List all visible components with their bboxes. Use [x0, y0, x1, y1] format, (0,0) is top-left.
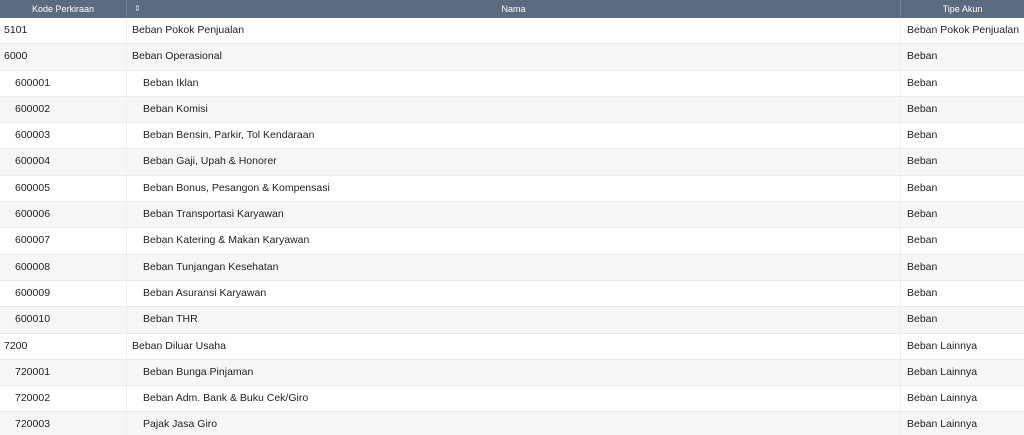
- cell-nama: Beban Komisi: [127, 96, 901, 123]
- cell-tipe: Beban: [907, 129, 938, 142]
- cell-tipe: Beban: [907, 208, 938, 221]
- cell-kode: 720003: [0, 412, 127, 435]
- cell-nama: Beban Tunjangan Kesehatan: [127, 254, 901, 280]
- table-row[interactable]: 720003 Pajak Jasa Giro Beban Lainnya: [0, 412, 1024, 435]
- cell-kode: 600006: [0, 202, 127, 228]
- table-header: Kode Perkiraan ⇕ Nama Tipe Akun: [0, 0, 1024, 18]
- table-row[interactable]: 5101 Beban Pokok Penjualan Beban Pokok Pen…: [0, 18, 1024, 45]
- table-row[interactable]: 600006 Beban Transportasi Karyawan Beban: [0, 202, 1024, 229]
- cell-kode: 600008: [0, 254, 127, 280]
- cell-nama: Beban Bensin, Parkir, Tol Kendaraan: [127, 123, 901, 149]
- column-header-kode[interactable]: Kode Perkiraan: [0, 0, 127, 18]
- cell-kode: 600004: [0, 149, 127, 175]
- cell-tipe: Beban Pokok Penjualan: [907, 24, 1020, 36]
- cell-tipe: Beban: [907, 50, 938, 63]
- cell-tipe: Beban Lainnya: [907, 339, 978, 352]
- cell-tipe: Beban: [907, 76, 938, 89]
- cell-kode: 600010: [0, 307, 127, 333]
- cell-nama: Beban Diluar Usaha: [127, 333, 901, 359]
- table-row[interactable]: 600004 Beban Gaji, Upah & Honorer Beban: [0, 149, 1024, 176]
- table-row[interactable]: 720002 Beban Adm. Bank & Buku Cek/Giro Beb…: [0, 386, 1024, 413]
- cell-nama: Beban Katering & Makan Karyawan: [127, 228, 901, 254]
- table-row[interactable]: 600007 Beban Katering & Makan Karyawan Beb…: [0, 228, 1024, 255]
- cell-nama: Pajak Jasa Giro: [127, 412, 901, 435]
- cell-kode: 720002: [0, 386, 127, 412]
- table-row[interactable]: 7200 Beban Diluar Usaha Beban Lainnya: [0, 333, 1024, 360]
- cell-kode: 600002: [0, 96, 127, 123]
- cell-nama: Beban Bonus, Pesangon & Kompensasi: [127, 175, 901, 202]
- cell-tipe: Beban: [907, 181, 938, 194]
- cell-nama: Beban Operasional: [127, 44, 901, 70]
- table-row[interactable]: 600008 Beban Tunjangan Kesehatan Beban: [0, 254, 1024, 281]
- accounts-table: Kode Perkiraan ⇕ Nama Tipe Akun 5101 Beba…: [0, 0, 1024, 435]
- cell-tipe: Beban: [907, 155, 938, 168]
- table-row[interactable]: 600003 Beban Bensin, Parkir, Tol Kendaraa…: [0, 123, 1024, 150]
- table-body: 5101 Beban Pokok Penjualan Beban Pokok Pen…: [0, 18, 1024, 435]
- cell-kode: 5101: [0, 18, 127, 44]
- cell-nama: Beban Transportasi Karyawan: [127, 202, 901, 228]
- column-header-tipe-label: Tipe Akun: [942, 4, 983, 14]
- column-header-nama[interactable]: ⇕ Nama: [127, 0, 901, 18]
- cell-tipe: Beban Lainnya: [907, 392, 978, 405]
- cell-kode: 7200: [0, 333, 127, 359]
- cell-tipe: Beban: [907, 260, 938, 273]
- cell-tipe: Beban: [907, 102, 938, 115]
- table-row[interactable]: 600001 Beban Iklan Beban: [0, 70, 1024, 97]
- cell-tipe: Beban: [907, 234, 938, 247]
- cell-kode: 600005: [0, 175, 127, 202]
- cell-nama: Beban THR: [127, 307, 901, 333]
- cell-kode: 600007: [0, 228, 127, 254]
- cell-nama: Beban Pokok Penjualan: [127, 18, 901, 44]
- cell-nama: Beban Bunga Pinjaman: [127, 359, 901, 386]
- cell-kode: 720001: [0, 359, 127, 386]
- cell-tipe: Beban Lainnya: [907, 365, 978, 378]
- cell-kode: 6000: [0, 44, 127, 70]
- cell-nama: Beban Asuransi Karyawan: [127, 280, 901, 307]
- cell-kode: 600001: [0, 70, 127, 96]
- cell-tipe: Beban Lainnya: [907, 418, 978, 431]
- cell-nama: Beban Gaji, Upah & Honorer: [127, 149, 901, 175]
- table-row[interactable]: 600009 Beban Asuransi Karyawan Beban: [0, 280, 1024, 308]
- cell-tipe: Beban: [907, 286, 938, 299]
- table-row[interactable]: 6000 Beban Operasional Beban: [0, 44, 1024, 71]
- table-row[interactable]: 720001 Beban Bunga Pinjaman Beban Lainnya: [0, 359, 1024, 387]
- column-header-tipe[interactable]: Tipe Akun: [901, 0, 1024, 18]
- column-header-kode-label: Kode Perkiraan: [31, 4, 95, 14]
- table-row[interactable]: 600005 Beban Bonus, Pesangon & Kompensasi…: [0, 175, 1024, 203]
- cell-tipe: Beban: [907, 313, 938, 326]
- column-header-nama-label: Nama: [501, 4, 526, 14]
- table-row[interactable]: 600010 Beban THR Beban: [0, 307, 1024, 334]
- cell-nama: Beban Iklan: [127, 70, 901, 96]
- cell-kode: 600009: [0, 280, 127, 307]
- sort-icon[interactable]: ⇕: [134, 0, 141, 18]
- cell-nama: Beban Adm. Bank & Buku Cek/Giro: [127, 386, 901, 412]
- table-row[interactable]: 600002 Beban Komisi Beban: [0, 96, 1024, 124]
- cell-kode: 600003: [0, 123, 127, 149]
